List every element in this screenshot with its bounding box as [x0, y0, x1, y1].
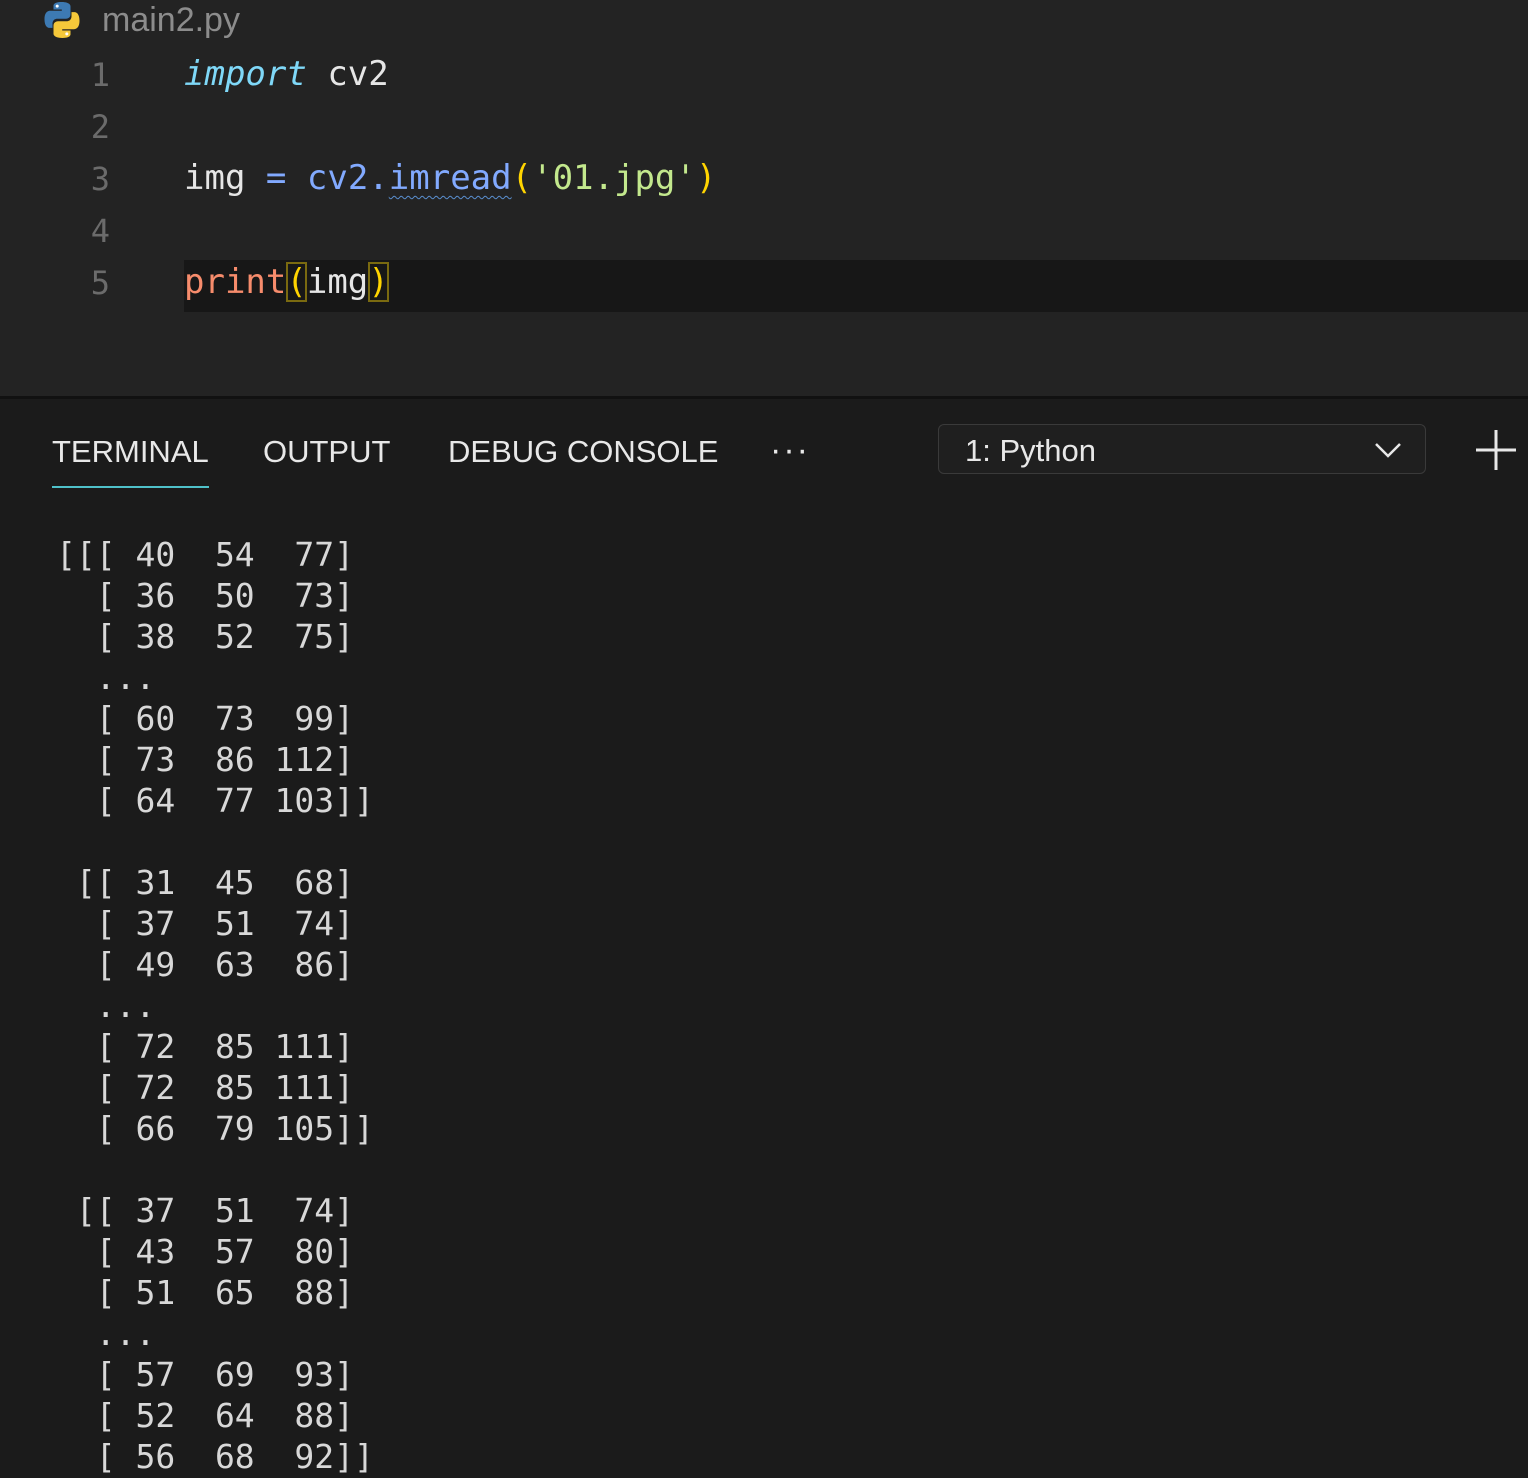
- code-editor[interactable]: main2.py 1 2 3 4 5 import cv2 img = cv2.…: [0, 0, 1528, 396]
- terminal-line: [ 60 73 99]: [56, 699, 355, 738]
- variable: img: [184, 158, 246, 198]
- terminal-line: [ 52 64 88]: [56, 1396, 355, 1435]
- file-tab[interactable]: main2.py: [40, 0, 240, 40]
- terminal-line: ...: [56, 658, 156, 697]
- terminal-line: ...: [56, 1314, 156, 1353]
- terminal-line: [ 43 57 80]: [56, 1232, 355, 1271]
- file-name: main2.py: [102, 0, 240, 39]
- tab-output[interactable]: OUTPUT: [263, 430, 390, 474]
- terminal-line: [ 36 50 73]: [56, 576, 355, 615]
- terminal-line: [ 72 85 111]: [56, 1027, 355, 1066]
- terminal-line: [ 64 77 103]]: [56, 781, 374, 820]
- line-number: 1: [90, 56, 110, 94]
- operator: =: [265, 158, 287, 198]
- module-name: cv2: [327, 54, 389, 94]
- tab-debug-console[interactable]: DEBUG CONSOLE: [448, 430, 718, 474]
- terminal-line: [ 72 85 111]: [56, 1068, 355, 1107]
- terminal-line: ...: [56, 986, 156, 1025]
- line-number: 4: [90, 212, 110, 250]
- terminal-select[interactable]: 1: Python: [938, 424, 1426, 474]
- terminal-line: [ 56 68 92]]: [56, 1437, 374, 1476]
- code-line-1[interactable]: import cv2: [184, 54, 389, 94]
- open-paren: (: [286, 262, 307, 302]
- tab-terminal[interactable]: TERMINAL: [52, 430, 209, 488]
- line-number: 5: [90, 264, 110, 302]
- terminal-select-value: 1: Python: [965, 433, 1096, 468]
- terminal-line: [ 49 63 86]: [56, 945, 355, 984]
- terminal-line: [ 73 86 112]: [56, 740, 355, 779]
- code-line-3[interactable]: img = cv2.imread('01.jpg'): [184, 158, 716, 198]
- terminal-line: [[[ 40 54 77]: [56, 535, 355, 574]
- line-number: 2: [90, 108, 110, 146]
- terminal-line: [[ 37 51 74]: [56, 1191, 355, 1230]
- chevron-down-icon: [1375, 443, 1401, 458]
- builtin-print: print: [184, 262, 287, 302]
- panel-divider[interactable]: [0, 396, 1528, 399]
- argument: img: [306, 262, 369, 302]
- open-paren: (: [511, 158, 533, 198]
- terminal-output[interactable]: [[[ 40 54 77] [ 36 50 73] [ 38 52 75] ..…: [56, 534, 374, 1477]
- function-call: imread: [388, 158, 512, 198]
- plus-icon[interactable]: [1474, 428, 1518, 472]
- terminal-line: [ 51 65 88]: [56, 1273, 355, 1312]
- terminal-line: [ 57 69 93]: [56, 1355, 355, 1394]
- terminal-line: [ 37 51 74]: [56, 904, 355, 943]
- terminal-line: [[ 31 45 68]: [56, 863, 355, 902]
- close-paren: ): [368, 262, 389, 302]
- line-number: 3: [90, 160, 110, 198]
- module-ref: cv2: [306, 158, 369, 198]
- python-file-icon: [44, 2, 80, 39]
- code-line-5[interactable]: print(img): [184, 262, 389, 302]
- dot: .: [368, 158, 389, 198]
- terminal-line: [ 66 79 105]]: [56, 1109, 374, 1148]
- more-actions-icon[interactable]: ···: [770, 430, 810, 470]
- close-paren: ): [695, 158, 717, 198]
- terminal-line: [ 38 52 75]: [56, 617, 355, 656]
- keyword-import: import: [184, 54, 307, 94]
- string-literal: '01.jpg': [532, 158, 696, 198]
